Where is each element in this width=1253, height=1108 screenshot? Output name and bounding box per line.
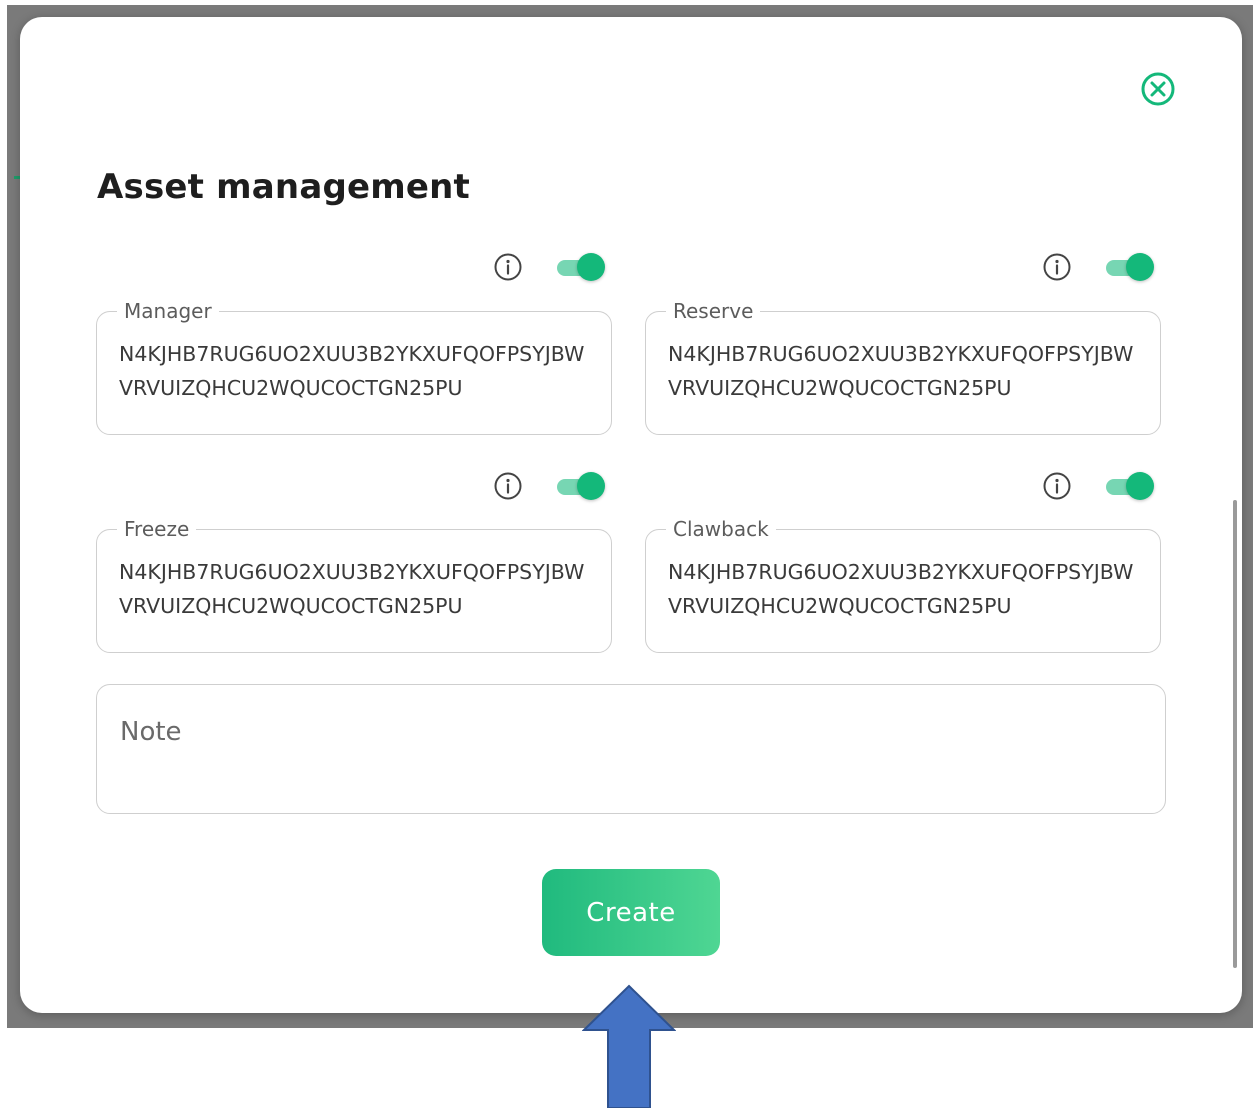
- create-button[interactable]: Create: [542, 869, 720, 956]
- reserve-toggle[interactable]: [1104, 252, 1158, 282]
- asset-management-modal: Asset management Manager N4KJHB7RUG6UO2X…: [20, 17, 1242, 1013]
- info-icon[interactable]: [1042, 252, 1072, 282]
- freeze-value[interactable]: N4KJHB7RUG6UO2XUU3B2YKXUFQOFPSYJBWVRVUIZ…: [119, 555, 589, 623]
- freeze-toggle[interactable]: [555, 471, 609, 501]
- manager-field[interactable]: Manager N4KJHB7RUG6UO2XUU3B2YKXUFQOFPSYJ…: [96, 299, 612, 435]
- toggle-knob: [1126, 253, 1154, 281]
- toggle-knob: [577, 472, 605, 500]
- reserve-value[interactable]: N4KJHB7RUG6UO2XUU3B2YKXUFQOFPSYJBWVRVUIZ…: [668, 337, 1138, 405]
- freeze-label: Freeze: [124, 517, 190, 541]
- modal-scrollbar[interactable]: [1233, 500, 1237, 968]
- close-icon[interactable]: [1140, 71, 1176, 107]
- arrow-up-icon: [582, 984, 676, 1108]
- manager-controls: [493, 250, 613, 284]
- info-icon[interactable]: [493, 252, 523, 282]
- modal-title: Asset management: [97, 167, 470, 207]
- info-icon[interactable]: [493, 471, 523, 501]
- manager-toggle[interactable]: [555, 252, 609, 282]
- reserve-controls: [1042, 250, 1162, 284]
- toggle-knob: [1126, 472, 1154, 500]
- freeze-controls: [493, 469, 613, 503]
- toggle-knob: [577, 253, 605, 281]
- manager-label: Manager: [124, 299, 212, 323]
- freeze-field[interactable]: Freeze N4KJHB7RUG6UO2XUU3B2YKXUFQOFPSYJB…: [96, 517, 612, 653]
- clawback-value[interactable]: N4KJHB7RUG6UO2XUU3B2YKXUFQOFPSYJBWVRVUIZ…: [668, 555, 1138, 623]
- reserve-label: Reserve: [673, 299, 754, 323]
- reserve-field[interactable]: Reserve N4KJHB7RUG6UO2XUU3B2YKXUFQOFPSYJ…: [645, 299, 1161, 435]
- info-icon[interactable]: [1042, 471, 1072, 501]
- manager-value[interactable]: N4KJHB7RUG6UO2XUU3B2YKXUFQOFPSYJBWVRVUIZ…: [119, 337, 589, 405]
- clawback-controls: [1042, 469, 1162, 503]
- clawback-toggle[interactable]: [1104, 471, 1158, 501]
- clawback-field[interactable]: Clawback N4KJHB7RUG6UO2XUU3B2YKXUFQOFPSY…: [645, 517, 1161, 653]
- note-input[interactable]: [96, 684, 1166, 814]
- clawback-label: Clawback: [673, 517, 769, 541]
